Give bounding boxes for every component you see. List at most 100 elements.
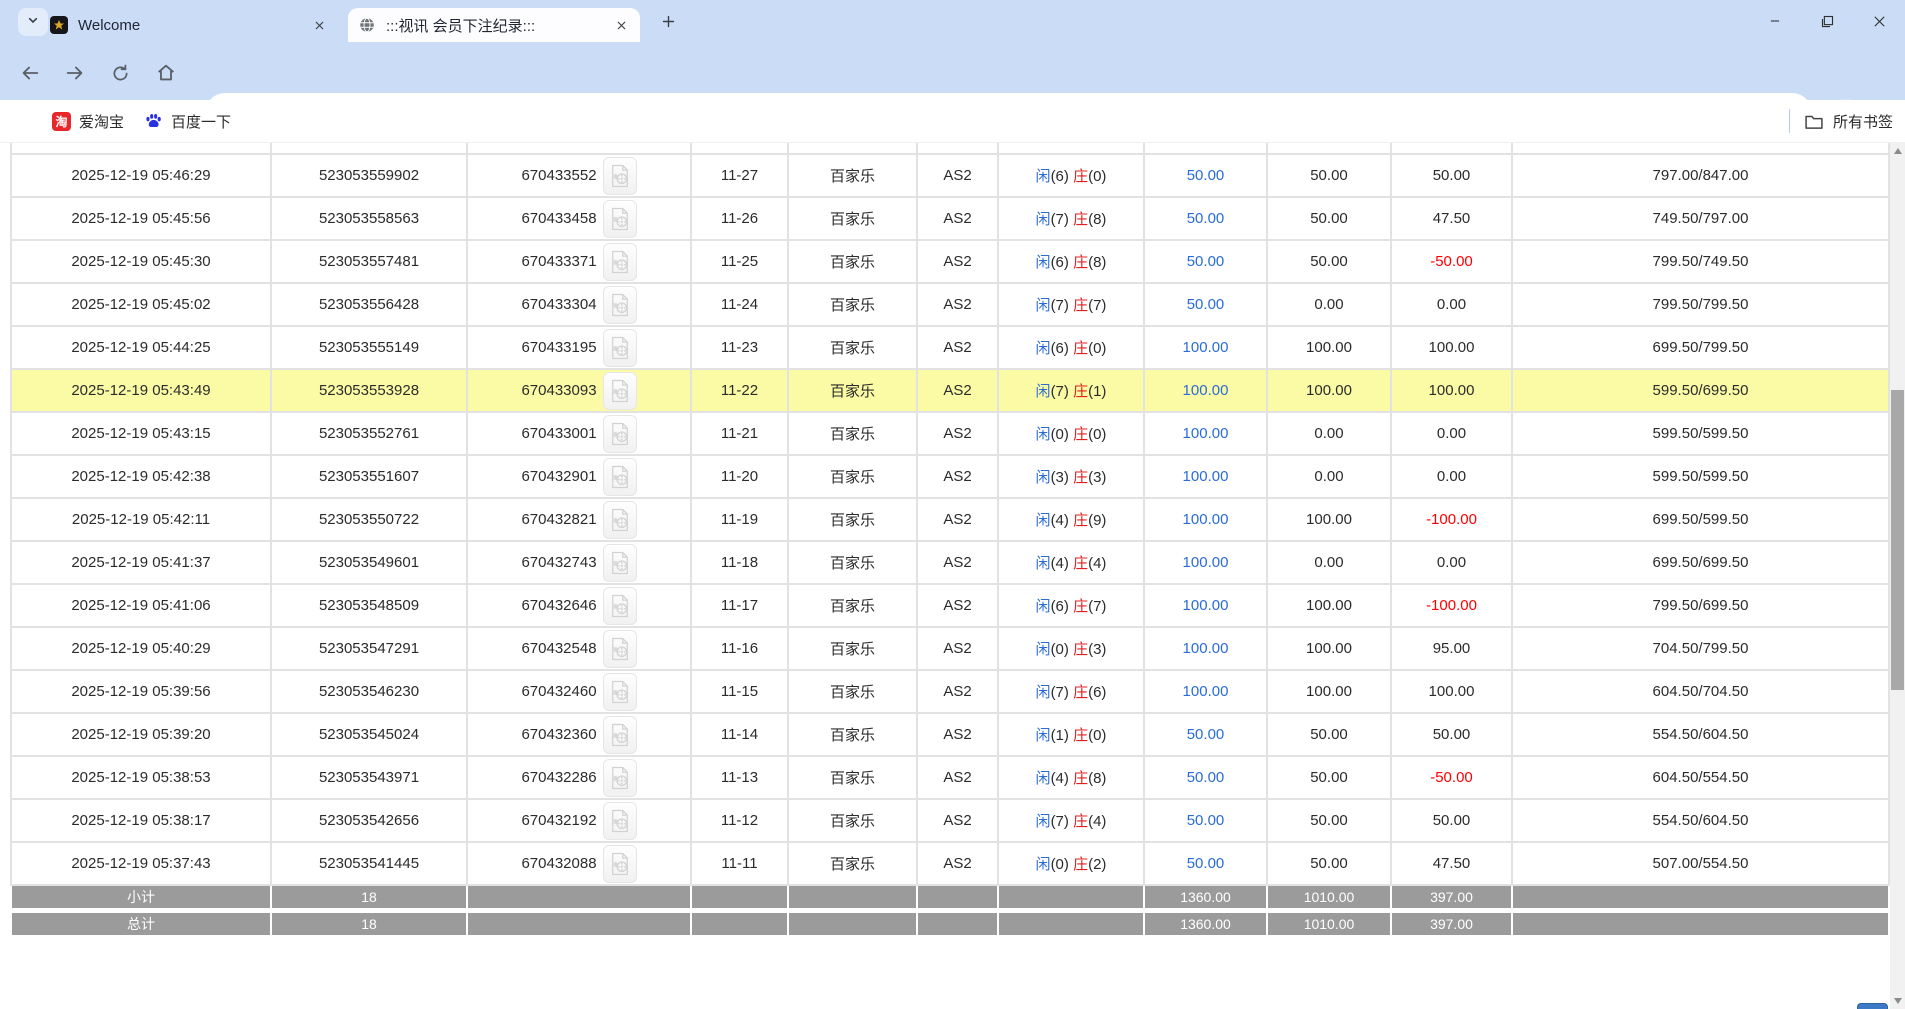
video-file-icon: [610, 250, 630, 274]
banker-label: 庄: [1073, 340, 1088, 357]
scroll-down-arrow-icon[interactable]: [1890, 993, 1905, 1009]
back-button[interactable]: [16, 59, 44, 87]
player-points: (6): [1051, 340, 1069, 357]
clipped-row: [11, 143, 1889, 154]
record-row[interactable]: 2025-12-19 05:45:02 523053556428 6704333…: [11, 283, 1889, 326]
new-tab-button[interactable]: [654, 10, 682, 38]
record-row[interactable]: 2025-12-19 05:42:38 523053551607 6704329…: [11, 455, 1889, 498]
player-points: (6): [1051, 254, 1069, 271]
record-row[interactable]: 2025-12-19 05:45:30 523053557481 6704333…: [11, 240, 1889, 283]
video-replay-button[interactable]: [603, 630, 637, 668]
cell-game-name: 百家乐: [788, 670, 917, 713]
video-replay-button[interactable]: [603, 587, 637, 625]
record-row[interactable]: 2025-12-19 05:38:53 523053543971 6704322…: [11, 756, 1889, 799]
cell-win-loss: -100.00: [1391, 498, 1512, 541]
record-row[interactable]: 2025-12-19 05:38:17 523053542656 6704321…: [11, 799, 1889, 842]
game-id-text: 670433458: [521, 209, 596, 226]
forward-button[interactable]: [61, 59, 89, 87]
cell-valid-amount: 100.00: [1267, 584, 1391, 627]
cell-bet-id: 523053552761: [271, 412, 467, 455]
record-row[interactable]: 2025-12-19 05:39:20 523053545024 6704323…: [11, 713, 1889, 756]
video-replay-button[interactable]: [603, 845, 637, 883]
bookmark-baidu[interactable]: 百度一下: [134, 105, 241, 138]
cell-win-loss: 0.00: [1391, 541, 1512, 584]
record-row[interactable]: 2025-12-19 05:42:11 523053550722 6704328…: [11, 498, 1889, 541]
video-file-icon: [610, 852, 630, 876]
cell-win-loss: 100.00: [1391, 369, 1512, 412]
record-row[interactable]: 2025-12-19 05:43:49 523053553928 6704330…: [11, 369, 1889, 412]
video-file-icon: [610, 207, 630, 231]
cell-bet-time: 2025-12-19 05:40:29: [11, 627, 271, 670]
record-row[interactable]: 2025-12-19 05:43:15 523053552761 6704330…: [11, 412, 1889, 455]
banker-points: (7): [1088, 598, 1106, 615]
window-controls: [1749, 0, 1905, 42]
video-replay-button[interactable]: [603, 759, 637, 797]
cell-round: 11-20: [691, 455, 788, 498]
record-row[interactable]: 2025-12-19 05:40:29 523053547291 6704325…: [11, 627, 1889, 670]
cell-game-name: 百家乐: [788, 584, 917, 627]
record-row[interactable]: 2025-12-19 05:44:25 523053555149 6704331…: [11, 326, 1889, 369]
video-replay-button[interactable]: [603, 200, 637, 238]
bet-records-table: 2025-12-19 05:46:29 523053559902 6704335…: [10, 143, 1890, 937]
tab-welcome[interactable]: Welcome: [40, 8, 338, 42]
cell-game-name: 百家乐: [788, 713, 917, 756]
tab-close-icon[interactable]: [612, 16, 630, 34]
page-scrollbar[interactable]: [1890, 143, 1905, 1009]
banker-points: (6): [1088, 684, 1106, 701]
tab-close-icon[interactable]: [310, 16, 328, 34]
summary-label: 小计: [11, 885, 271, 909]
cell-bet-time: 2025-12-19 05:43:49: [11, 369, 271, 412]
minimize-button[interactable]: [1749, 0, 1801, 42]
video-replay-button[interactable]: [603, 286, 637, 324]
cell-round: 11-25: [691, 240, 788, 283]
player-label: 闲: [1036, 168, 1051, 185]
cell-table-name: AS2: [917, 283, 998, 326]
pagination-button-clipped[interactable]: [1857, 1003, 1888, 1009]
banker-label: 庄: [1073, 684, 1088, 701]
video-replay-button[interactable]: [603, 501, 637, 539]
cell-bet-amount: 100.00: [1144, 369, 1267, 412]
video-replay-button[interactable]: [603, 329, 637, 367]
cell-balance: 799.50/799.50: [1512, 283, 1889, 326]
bookmark-taobao[interactable]: 淘 爱淘宝: [42, 105, 134, 138]
record-row[interactable]: 2025-12-19 05:37:43 523053541445 6704320…: [11, 842, 1889, 885]
cell-bet-result: 闲(0) 庄(0): [998, 412, 1144, 455]
video-replay-button[interactable]: [603, 716, 637, 754]
video-replay-button[interactable]: [603, 243, 637, 281]
taobao-icon: 淘: [52, 112, 71, 131]
record-row[interactable]: 2025-12-19 05:39:56 523053546230 6704324…: [11, 670, 1889, 713]
record-row[interactable]: 2025-12-19 05:41:37 523053549601 6704327…: [11, 541, 1889, 584]
cell-table-name: AS2: [917, 326, 998, 369]
home-button[interactable]: [152, 59, 180, 87]
banker-points: (8): [1088, 254, 1106, 271]
cell-game-name: 百家乐: [788, 326, 917, 369]
close-window-button[interactable]: [1853, 0, 1905, 42]
cell-bet-amount: 50.00: [1144, 842, 1267, 885]
record-row[interactable]: 2025-12-19 05:45:56 523053558563 6704334…: [11, 197, 1889, 240]
cell-win-loss: 100.00: [1391, 670, 1512, 713]
record-row[interactable]: 2025-12-19 05:46:29 523053559902 6704335…: [11, 154, 1889, 197]
video-replay-button[interactable]: [603, 157, 637, 195]
restore-button[interactable]: [1801, 0, 1853, 42]
reload-button[interactable]: [106, 59, 134, 87]
video-file-icon: [610, 551, 630, 575]
video-replay-button[interactable]: [603, 544, 637, 582]
video-replay-button[interactable]: [603, 802, 637, 840]
video-replay-button[interactable]: [603, 372, 637, 410]
tab-betrecord[interactable]: :::视讯 会员下注纪录:::: [348, 8, 640, 42]
video-replay-button[interactable]: [603, 458, 637, 496]
cell-bet-id: 523053548509: [271, 584, 467, 627]
cell-bet-amount: 50.00: [1144, 283, 1267, 326]
all-bookmarks-button[interactable]: 所有书签: [1804, 111, 1893, 132]
video-replay-button[interactable]: [603, 415, 637, 453]
video-replay-button[interactable]: [603, 673, 637, 711]
cell-bet-amount: 100.00: [1144, 627, 1267, 670]
game-id-text: 670432286: [521, 768, 596, 785]
player-points: (4): [1051, 512, 1069, 529]
cell-table-name: AS2: [917, 541, 998, 584]
scrollbar-thumb[interactable]: [1891, 390, 1904, 690]
cell-balance: 554.50/604.50: [1512, 799, 1889, 842]
record-row[interactable]: 2025-12-19 05:41:06 523053548509 6704326…: [11, 584, 1889, 627]
cell-round: 11-24: [691, 283, 788, 326]
scroll-up-arrow-icon[interactable]: [1890, 143, 1905, 159]
